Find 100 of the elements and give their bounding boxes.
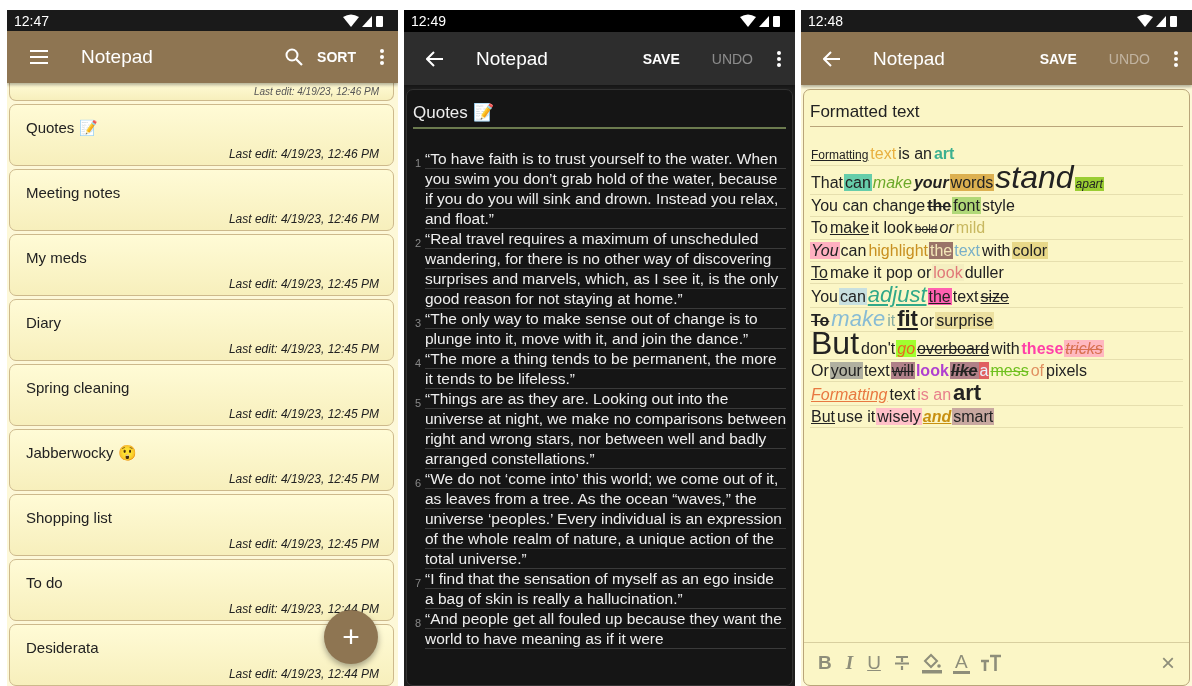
formatted-word: the (927, 288, 952, 305)
formatted-word: with (981, 242, 1012, 259)
paint-bucket-icon[interactable] (920, 652, 943, 674)
formatted-word: will (890, 362, 915, 379)
note-date: Last edit: 4/19/23, 12:46 PM (253, 86, 379, 98)
formatted-word: wisely (876, 408, 922, 425)
app-title: Notepad (873, 47, 945, 70)
note-card[interactable]: Shopping list Last edit: 4/19/23, 12:45 PM (9, 494, 394, 556)
note-card[interactable]: Meeting notes Last edit: 4/19/23, 12:46 PM (9, 169, 394, 231)
formatted-word: text (869, 145, 898, 162)
note-title: Diary (26, 314, 61, 331)
note-card[interactable]: My meds Last edit: 4/19/23, 12:45 PM (9, 234, 394, 296)
strikethrough-icon[interactable] (892, 654, 911, 672)
formatted-word: To (810, 219, 829, 236)
formatted-word: text (951, 288, 980, 305)
formatted-word: don't (860, 340, 897, 357)
note-card[interactable]: Jabberwocky 😲 Last edit: 4/19/23, 12:45 PM (9, 429, 394, 491)
note-card[interactable]: Last edit: 4/19/23, 12:46 PM (9, 83, 394, 101)
formatted-word: can (844, 174, 872, 191)
line-number: 6 (415, 476, 423, 491)
formatted-word: overboard (916, 340, 991, 357)
app-title: Notepad (476, 47, 548, 70)
formatted-word: it look (870, 219, 914, 236)
app-title: Notepad (81, 46, 153, 69)
formatted-word: duller (963, 264, 1005, 281)
note-date: Last edit: 4/19/23, 12:46 PM (228, 147, 379, 161)
formatted-word: text (953, 242, 982, 259)
status-icons (739, 14, 783, 28)
formatted-word: the (926, 197, 953, 214)
toolbar-action-button[interactable]: SAVE (638, 46, 684, 71)
formatted-word: words (949, 174, 995, 191)
note-date: Last edit: 4/19/23, 12:46 PM (228, 212, 379, 226)
note-title: To do (26, 574, 63, 591)
note-card[interactable]: Spring cleaning Last edit: 4/19/23, 12:45 PM (9, 364, 394, 426)
back-arrow-icon[interactable] (426, 50, 444, 67)
search-icon[interactable] (285, 48, 304, 67)
formatted-word: You (810, 288, 839, 305)
formatted-word: or (918, 312, 936, 329)
formatted-word: a (978, 362, 990, 379)
formatted-word: size (979, 288, 1010, 305)
formatted-word: it (886, 312, 897, 329)
note-card[interactable]: Quotes 📝 Last edit: 4/19/23, 12:46 PM (9, 104, 394, 166)
formatted-word: is an (897, 145, 933, 162)
formatted-word: can (839, 242, 868, 259)
formatted-word: mess (989, 362, 1030, 379)
note-title: Desiderata (26, 639, 99, 656)
formatted-word: or (938, 219, 955, 236)
formatted-word: surprise (935, 312, 995, 329)
formatted-word: the (929, 242, 954, 259)
formatted-word: art (952, 380, 983, 405)
note-date: Last edit: 4/19/23, 12:45 PM (228, 342, 379, 356)
formatted-word: You (810, 242, 840, 259)
note-title-field[interactable]: Quotes 📝 (413, 102, 786, 129)
formatted-word: with (990, 340, 1021, 357)
formatted-word: You can change (810, 197, 927, 214)
more-options-icon[interactable] (777, 50, 781, 67)
note-title: Shopping list (26, 509, 112, 526)
formatted-word: To (810, 264, 829, 281)
note-title: Jabberwocky 😲 (26, 444, 137, 462)
formatted-word: is an (916, 386, 953, 403)
formatted-word: style (980, 197, 1016, 214)
formatted-word: smart (952, 408, 995, 425)
formatted-word: tricks (1064, 340, 1104, 357)
toolbar-action-button[interactable]: SAVE (1035, 46, 1081, 71)
status-icons (1136, 14, 1180, 28)
note-title-field[interactable]: Formatted text (810, 102, 1183, 127)
formatted-word: text (888, 386, 917, 403)
formatted-word: art (932, 145, 956, 162)
formatted-word: pixels (1045, 362, 1088, 379)
formatted-word: make (871, 174, 913, 191)
line-number: 2 (415, 236, 423, 251)
formatted-word: font (952, 197, 981, 214)
line-number: 4 (415, 356, 423, 371)
line-number: 1 (415, 156, 423, 171)
status-time: 12:49 (411, 13, 447, 29)
note-date: Last edit: 4/19/23, 12:45 PM (228, 537, 379, 551)
note-card[interactable]: Diary Last edit: 4/19/23, 12:45 PM (9, 299, 394, 361)
status-time: 12:48 (808, 13, 844, 29)
note-title: Quotes 📝 (26, 119, 98, 137)
note-title: Spring cleaning (26, 379, 130, 396)
formatted-word: text (862, 362, 891, 379)
menu-icon[interactable] (29, 49, 49, 66)
formatted-word: fit (897, 306, 918, 331)
formatted-word: of (1029, 362, 1045, 379)
formatted-word: your (912, 174, 950, 191)
line-number: 5 (415, 396, 423, 411)
formatted-word: Or (810, 362, 830, 379)
formatted-word: and (921, 408, 953, 425)
line-number: 8 (415, 616, 423, 631)
formatted-word: like (949, 362, 979, 379)
formatted-word: adjust (866, 282, 928, 307)
note-date: Last edit: 4/19/23, 12:45 PM (228, 407, 379, 421)
formatted-word: mild (955, 219, 987, 236)
formatted-word: bold (913, 222, 939, 236)
formatted-word: color (1011, 242, 1049, 259)
formatted-word: make it pop or (828, 264, 933, 281)
note-title: Meeting notes (26, 184, 121, 201)
formatted-word: your (829, 362, 863, 379)
sort-button[interactable]: SORT (313, 45, 360, 70)
text-size-icon[interactable] (979, 654, 1002, 672)
